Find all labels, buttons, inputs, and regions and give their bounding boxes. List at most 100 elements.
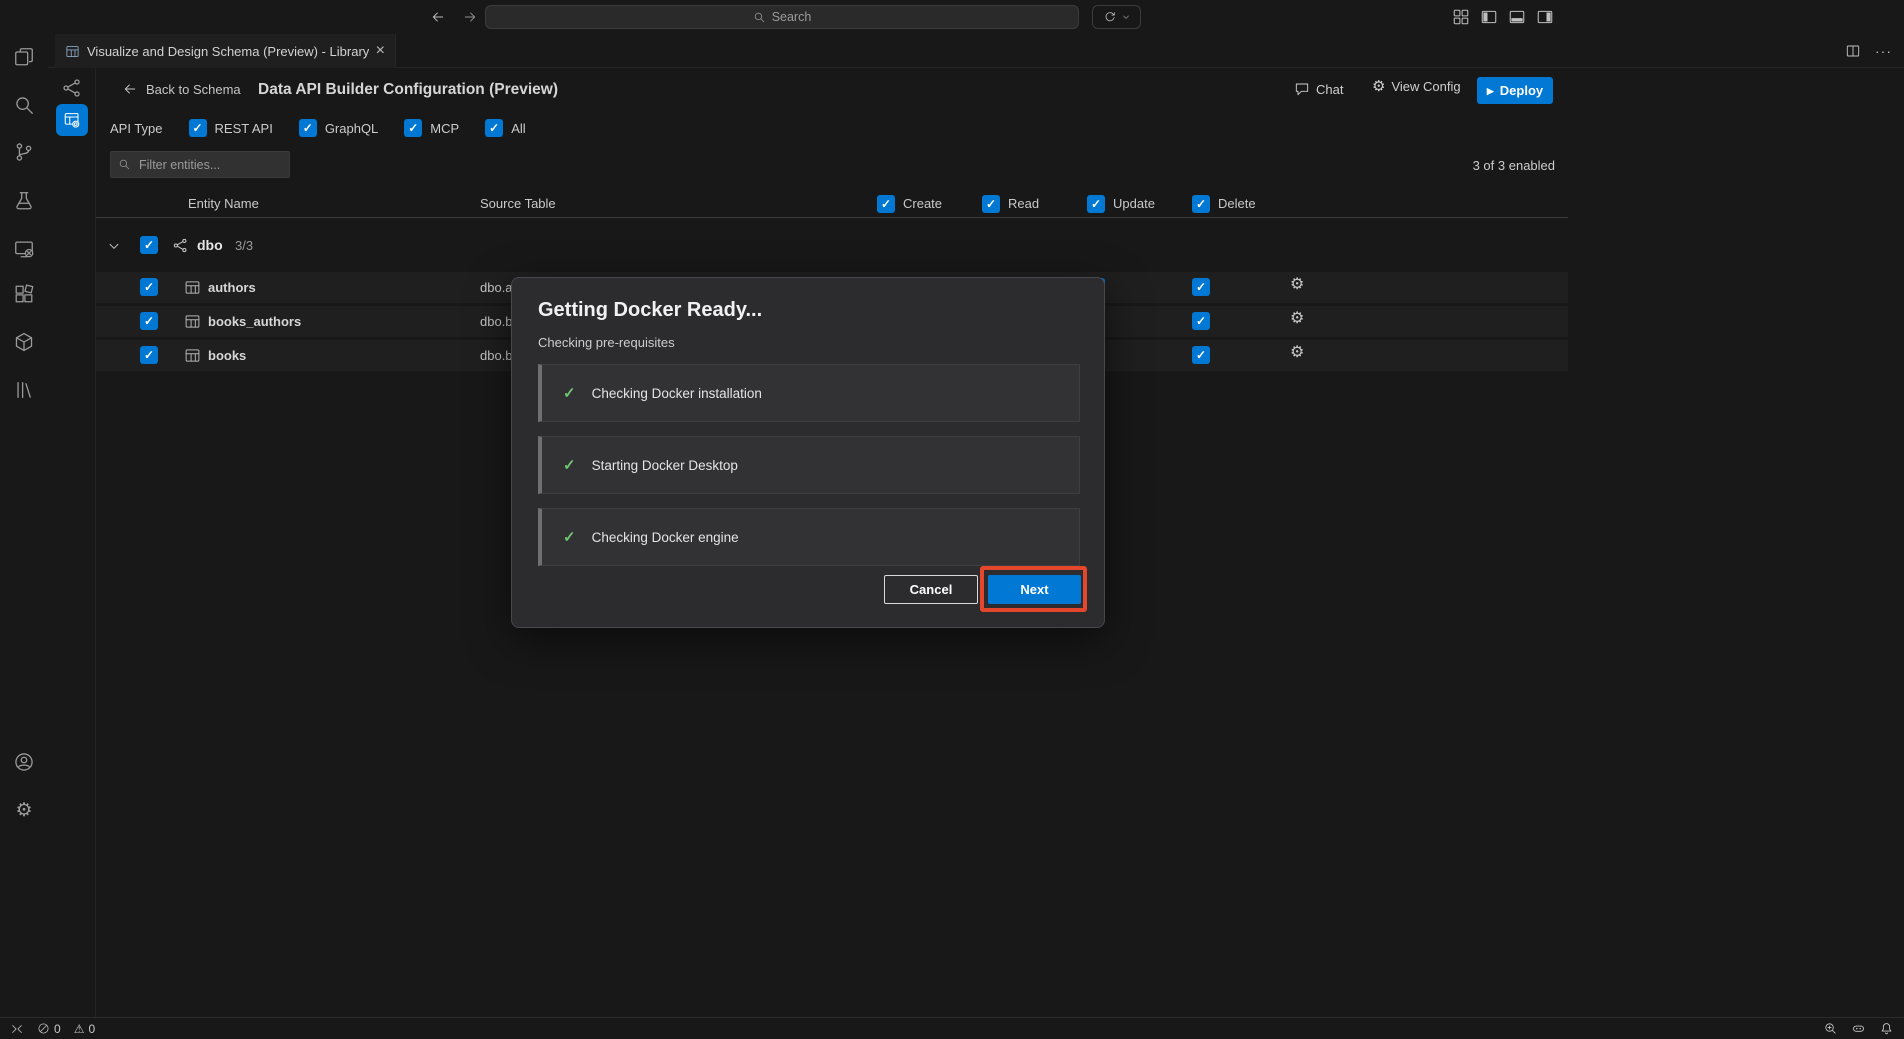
row-checkbox[interactable] [140, 346, 158, 364]
status-bar-left: 0 ⚠ 0 [10, 1022, 95, 1036]
entity-name: books_authors [208, 314, 301, 329]
tab-bar-actions: ··· [1845, 34, 1892, 68]
chevron-down-icon [1121, 12, 1131, 22]
search-icon [753, 11, 766, 24]
customize-layout-icon[interactable] [1452, 8, 1470, 26]
title-bar: Search [0, 0, 1904, 34]
enabled-count: 3 of 3 enabled [1455, 158, 1555, 173]
search-sidebar-icon[interactable] [12, 93, 36, 117]
delete-all-checkbox[interactable] [1192, 195, 1210, 213]
library-icon[interactable] [12, 378, 36, 402]
more-actions-icon[interactable]: ··· [1875, 43, 1892, 59]
error-count: 0 [54, 1022, 61, 1036]
entity-settings-icon[interactable]: ⚙ [1290, 345, 1304, 361]
command-center-search[interactable]: Search [485, 5, 1079, 29]
delete-checkbox[interactable] [1192, 278, 1210, 296]
session-loop-icon [1103, 10, 1117, 24]
api-type-filters: API Type REST API GraphQL MCP All [110, 118, 526, 138]
schema-visualizer-icon[interactable] [61, 77, 83, 99]
warning-icon: ⚠ [74, 1023, 85, 1035]
remote-indicator-icon[interactable] [10, 1022, 24, 1036]
mcp-label: MCP [430, 121, 459, 136]
rest-api-checkbox[interactable] [189, 119, 207, 137]
delete-checkbox[interactable] [1192, 312, 1210, 330]
row-checkbox[interactable] [140, 278, 158, 296]
deploy-label: Deploy [1500, 83, 1543, 98]
dialog-subtitle: Checking pre-requisites [538, 335, 675, 350]
deploy-button[interactable]: ▶ Deploy [1477, 77, 1553, 104]
copilot-icon[interactable] [1851, 1021, 1866, 1036]
toggle-secondary-sidebar-icon[interactable] [1536, 8, 1554, 26]
check-icon: ✓ [563, 384, 576, 402]
page-title: Data API Builder Configuration (Preview) [258, 81, 558, 99]
column-update: Update [1113, 196, 1155, 211]
mcp-checkbox[interactable] [404, 119, 422, 137]
entity-settings-icon[interactable]: ⚙ [1290, 311, 1304, 327]
explorer-icon[interactable] [12, 45, 36, 69]
read-all-checkbox[interactable] [982, 195, 1000, 213]
view-config-label: View Config [1391, 79, 1460, 94]
delete-checkbox[interactable] [1192, 346, 1210, 364]
chat-label: Chat [1316, 82, 1343, 97]
settings-gear-icon[interactable]: ⚙ [12, 798, 36, 822]
graphql-checkbox[interactable] [299, 119, 317, 137]
problems-warnings[interactable]: ⚠ 0 [74, 1022, 95, 1036]
column-entity-name: Entity Name [188, 196, 259, 211]
entity-name: books [208, 348, 246, 363]
rest-api-label: REST API [215, 121, 273, 136]
editor-tab[interactable]: Visualize and Design Schema (Preview) - … [55, 34, 396, 68]
toggle-sidebar-icon[interactable] [1480, 8, 1498, 26]
split-editor-icon[interactable] [1845, 43, 1861, 59]
create-all-checkbox[interactable] [877, 195, 895, 213]
table-icon [184, 279, 201, 296]
package-icon[interactable] [12, 330, 36, 354]
view-config-button[interactable]: ⚙ View Config [1372, 79, 1461, 94]
filter-entities-input[interactable] [110, 151, 290, 178]
table-header: Entity Name Source Table Create Read Upd… [96, 191, 1568, 218]
chat-session-button[interactable] [1092, 5, 1141, 29]
back-to-schema-button[interactable]: Back to Schema [122, 81, 241, 97]
extensions-icon[interactable] [12, 282, 36, 306]
warning-count: 0 [88, 1022, 95, 1036]
remote-explorer-icon[interactable] [12, 237, 36, 261]
api-type-label: API Type [110, 121, 163, 136]
zoom-icon[interactable] [1823, 1021, 1838, 1036]
secondary-tool-bar [48, 68, 96, 1017]
column-create: Create [903, 196, 942, 211]
tab-close-icon[interactable]: × [376, 43, 385, 59]
cancel-button[interactable]: Cancel [884, 575, 978, 604]
history-forward-icon[interactable] [462, 9, 478, 25]
view-config-icon: ⚙ [1372, 79, 1385, 94]
account-icon[interactable] [12, 750, 36, 774]
schema-icon [172, 237, 189, 254]
toggle-panel-icon[interactable] [1508, 8, 1526, 26]
update-all-checkbox[interactable] [1087, 195, 1105, 213]
chevron-down-icon[interactable] [106, 238, 122, 254]
docker-step: ✓ Checking Docker installation [538, 364, 1080, 422]
problems-errors[interactable]: 0 [37, 1022, 61, 1036]
table-icon [184, 313, 201, 330]
flask-icon[interactable] [12, 189, 36, 213]
all-checkbox[interactable] [485, 119, 503, 137]
filter-graphql[interactable]: GraphQL [299, 119, 378, 137]
search-placeholder: Search [772, 10, 812, 24]
activity-bar: ⚙ [0, 34, 48, 1017]
group-checkbox[interactable] [140, 236, 158, 254]
group-count: 3/3 [235, 238, 253, 253]
history-navigation [430, 0, 478, 34]
bell-icon[interactable] [1879, 1021, 1894, 1036]
chat-button[interactable]: Chat [1294, 81, 1343, 97]
filter-rest-api[interactable]: REST API [189, 119, 273, 137]
filter-all[interactable]: All [485, 119, 525, 137]
chat-icon [1294, 81, 1310, 97]
next-button[interactable]: Next [988, 575, 1081, 604]
dab-config-icon[interactable] [56, 104, 88, 136]
play-icon: ▶ [1487, 87, 1494, 96]
row-checkbox[interactable] [140, 312, 158, 330]
entity-settings-icon[interactable]: ⚙ [1290, 277, 1304, 293]
history-back-icon[interactable] [430, 9, 446, 25]
filter-mcp[interactable]: MCP [404, 119, 459, 137]
source-control-icon[interactable] [12, 140, 36, 164]
schema-group-row[interactable]: dbo 3/3 [96, 229, 1568, 261]
vscode-window: Search [0, 0, 1904, 1039]
